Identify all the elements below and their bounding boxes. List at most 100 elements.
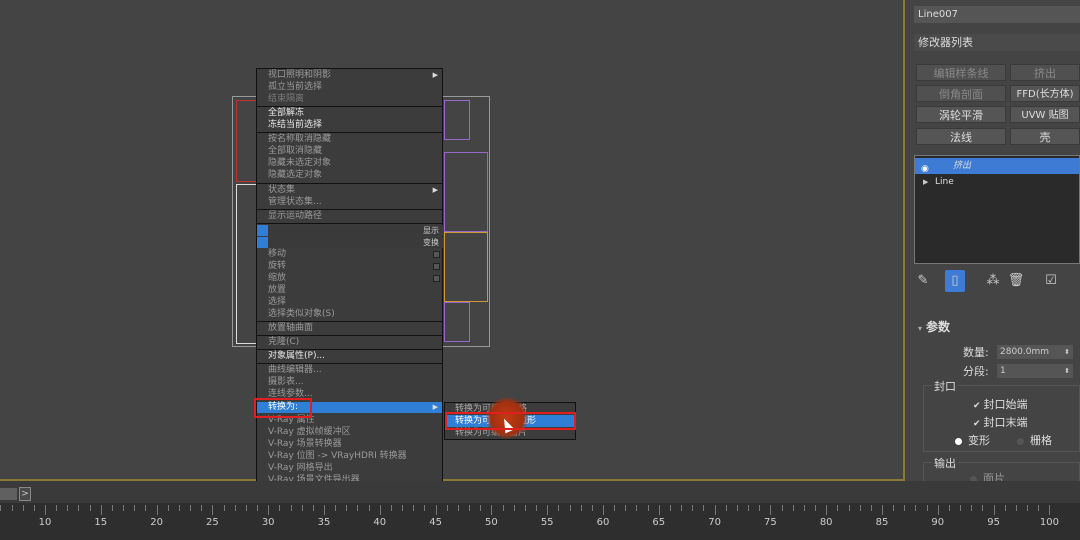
cap-start-label: 封口始端 xyxy=(983,398,1028,411)
modifier-stack[interactable]: ◉ 挤出 ▶ Line xyxy=(914,155,1080,264)
timeline-tick xyxy=(446,505,448,511)
timeline-tick xyxy=(424,505,426,511)
menu-separator xyxy=(257,106,442,107)
modifier-button-edit-spline[interactable]: 编辑样条线 xyxy=(916,64,1006,81)
configure-modifier-sets-icon[interactable]: ☑ xyxy=(1041,270,1061,292)
menu-item-rotate[interactable]: 旋转 xyxy=(257,261,442,272)
submenu-arrow-icon: ▶ xyxy=(432,71,438,79)
wireframe-left-red xyxy=(236,100,258,182)
menu-item-hide-unselected[interactable]: 隐藏未选定对象 xyxy=(257,158,442,169)
modifier-button-normal[interactable]: 法线 xyxy=(916,128,1006,145)
object-name-field[interactable]: Line007 xyxy=(914,6,1080,23)
menu-separator xyxy=(257,349,442,350)
menu-separator xyxy=(257,209,442,210)
expand-triangle-icon[interactable]: ▶ xyxy=(923,174,928,190)
menu-item-curve-editor[interactable]: 曲线编辑器... xyxy=(257,365,442,376)
menu-item-vray-frame-buffer[interactable]: V-Ray 虚拟帧缓冲区 xyxy=(257,427,442,438)
timeline-tick xyxy=(625,505,627,511)
timeline-tick xyxy=(759,505,761,511)
timeline-tick xyxy=(290,505,292,511)
menu-item-freeze-selection[interactable]: 冻结当前选择 xyxy=(257,120,442,131)
timeline-tick xyxy=(301,505,303,511)
menu-item-vray-mesh-export[interactable]: V-Ray 网格导出 xyxy=(257,463,442,474)
timeline-tick xyxy=(837,505,839,511)
menu-item-clone[interactable]: 克隆(C) xyxy=(257,337,442,348)
timeline-tick xyxy=(770,505,772,515)
modifier-list-dropdown[interactable]: 修改器列表 xyxy=(914,34,1080,51)
modifier-button-extrude[interactable]: 挤出 xyxy=(1010,64,1080,81)
menu-separator xyxy=(257,183,442,184)
menu-item-select[interactable]: 选择 xyxy=(257,297,442,308)
spinner-arrows-icon[interactable]: ⬍ xyxy=(1064,364,1070,378)
timeline-tick xyxy=(1004,505,1006,511)
amount-spinner[interactable]: 2800.0mm ⬍ xyxy=(997,345,1073,359)
timeline-tick xyxy=(201,505,203,511)
menu-item-select-similar[interactable]: 选择类似对象(S) xyxy=(257,309,442,320)
cap-start-checkbox[interactable]: ✔ 封口始端 xyxy=(973,396,1028,412)
params-title: 参数 xyxy=(926,320,951,334)
menu-item-place[interactable]: 放置 xyxy=(257,285,442,296)
menu-item-unfreeze-all[interactable]: 全部解冻 xyxy=(257,108,442,119)
spinner-arrows-icon[interactable]: ⬍ xyxy=(1064,345,1070,359)
timeline-tick xyxy=(636,505,638,511)
menu-item-isolate-selection[interactable]: 孤立当前选择 xyxy=(257,82,442,93)
next-frame-arrow-icon[interactable]: > xyxy=(19,487,31,501)
menu-item-dope-sheet[interactable]: 摄影表... xyxy=(257,377,442,388)
timeline-ruler[interactable]: 10 15 20 25 30 35 40 45 50 55 60 65 70 75 80 85 90 95 100 xyxy=(0,503,1080,540)
trash-icon[interactable]: 🗑 xyxy=(1006,270,1026,292)
timeline-tick xyxy=(335,505,337,511)
menu-item-place-pivot-surface[interactable]: 放置轴曲面 xyxy=(257,323,442,334)
menu-item-move[interactable]: 移动 xyxy=(257,249,442,260)
timeline-tick xyxy=(368,505,370,511)
grid-radio[interactable]: 栅格 xyxy=(1017,432,1052,448)
menu-item-manage-state-sets[interactable]: 管理状态集... xyxy=(257,197,442,208)
timeline-tick-label: 50 xyxy=(485,517,498,528)
menu-separator xyxy=(257,363,442,364)
modifier-button-uvw-map[interactable]: UVW 贴图 xyxy=(1010,106,1080,123)
show-end-result-icon[interactable]: ▯ xyxy=(945,270,965,292)
modifier-button-turbosmooth[interactable]: 涡轮平滑 xyxy=(916,106,1006,123)
pin-stack-icon[interactable]: ✎ xyxy=(913,270,933,292)
timeline-tick xyxy=(45,505,46,515)
menu-item-show-motion-path[interactable]: 显示运动路径 xyxy=(257,211,442,222)
settings-box-icon[interactable] xyxy=(433,275,440,282)
menu-item-state-sets[interactable]: 状态集 ▶ xyxy=(257,185,442,196)
menu-item-hide-selection[interactable]: 隐藏选定对象 xyxy=(257,170,442,181)
menu-item-scale[interactable]: 缩放 xyxy=(257,273,442,284)
stack-item-label: Line xyxy=(935,177,954,187)
settings-box-icon[interactable] xyxy=(433,251,440,258)
morph-radio[interactable]: 变形 xyxy=(955,432,990,448)
modifier-button-bevel-profile[interactable]: 倒角剖面 xyxy=(916,85,1006,102)
menu-item-vray-bitmap-converter[interactable]: V-Ray 位图 -> VRayHDRI 转换器 xyxy=(257,451,442,462)
make-unique-icon[interactable]: ⁂ xyxy=(983,270,1003,292)
menu-item-unhide-by-name[interactable]: 按名称取消隐藏 xyxy=(257,134,442,145)
timeline-tick xyxy=(614,505,616,511)
timeline-tick xyxy=(33,505,35,511)
segments-label: 分段: xyxy=(963,365,989,378)
menu-item-unhide-all[interactable]: 全部取消隐藏 xyxy=(257,146,442,157)
settings-box-icon[interactable] xyxy=(433,263,440,270)
modifier-button-ffd-box[interactable]: FFD(长方体) xyxy=(1010,85,1080,102)
timeline-tick xyxy=(893,505,895,511)
menu-item-end-isolate[interactable]: 结束隔离 xyxy=(257,94,442,105)
quad-indicator xyxy=(257,225,268,236)
timeline-tick xyxy=(457,505,459,511)
time-slider-track[interactable] xyxy=(0,481,1080,503)
time-slider-thumb[interactable] xyxy=(0,488,17,500)
timeline-tick xyxy=(748,505,750,511)
menu-item-viewport-lighting[interactable]: 视口照明和阴影 ▶ xyxy=(257,70,442,81)
cap-end-checkbox[interactable]: ✔ 封口末端 xyxy=(973,414,1028,430)
modifier-button-shell[interactable]: 壳 xyxy=(1010,128,1080,145)
stack-item-extrude[interactable]: ◉ 挤出 xyxy=(915,158,1079,174)
params-rollout-header[interactable]: ▾ 参数 xyxy=(918,318,950,335)
menu-item-label: 视口照明和阴影 xyxy=(268,70,332,80)
timeline-tick xyxy=(156,505,158,515)
segments-spinner[interactable]: 1 ⬍ xyxy=(997,364,1073,378)
menu-item-vray-scene-converter[interactable]: V-Ray 场景转换器 xyxy=(257,439,442,450)
menu-item-object-properties[interactable]: 对象属性(P)... xyxy=(257,351,442,362)
stack-item-line[interactable]: ▶ Line xyxy=(915,174,1079,190)
timeline-tick xyxy=(536,505,538,511)
timeline-tick-label: 85 xyxy=(875,517,889,528)
timeline-tick xyxy=(491,505,493,515)
timeline-tick xyxy=(324,505,325,515)
